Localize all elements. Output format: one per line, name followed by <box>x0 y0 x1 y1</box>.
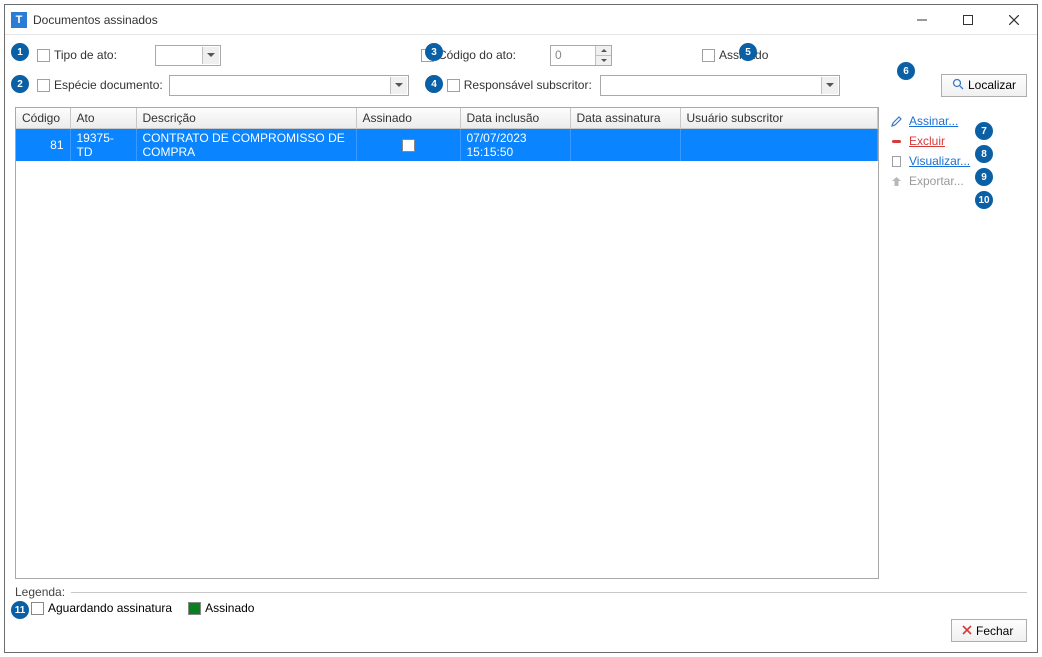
col-codigo[interactable]: Código <box>16 108 70 129</box>
cell-descricao: CONTRATO DE COMPROMISSO DE COMPRA <box>136 129 356 162</box>
pencil-icon <box>889 114 903 128</box>
especie-documento-label: Espécie documento: <box>54 78 163 92</box>
callout-badge-10: 10 <box>975 191 993 209</box>
cell-codigo: 81 <box>16 129 70 162</box>
excluir-link[interactable]: Excluir <box>887 131 1027 151</box>
chevron-down-icon <box>821 77 838 94</box>
legend-assinado-label: Assinado <box>205 601 254 615</box>
legend-assinado: Assinado <box>188 601 254 615</box>
row-assinado-checkbox[interactable] <box>402 139 415 152</box>
cell-usuario-subscritor <box>680 129 878 162</box>
col-usuario-subscritor[interactable]: Usuário subscritor <box>680 108 878 129</box>
minimize-button[interactable] <box>899 5 945 35</box>
content-area: 1 2 3 4 5 6 7 8 9 10 11 Tipo de ato: Cód… <box>5 35 1037 652</box>
responsavel-subscritor-combo[interactable] <box>600 75 840 96</box>
window-controls <box>899 5 1037 35</box>
assinar-link[interactable]: Assinar... <box>887 111 1027 131</box>
tipo-ato-combo[interactable] <box>155 45 221 66</box>
col-descricao[interactable]: Descrição <box>136 108 356 129</box>
legend-separator <box>71 592 1027 593</box>
main-area: Código Ato Descrição Assinado Data inclu… <box>15 107 1027 579</box>
callout-badge-2: 2 <box>11 75 29 93</box>
results-table[interactable]: Código Ato Descrição Assinado Data inclu… <box>15 107 879 579</box>
cell-data-inclusao: 07/07/2023 15:15:50 <box>460 129 570 162</box>
localizar-label: Localizar <box>968 78 1016 92</box>
table-header-row: Código Ato Descrição Assinado Data inclu… <box>16 108 878 129</box>
localizar-button[interactable]: Localizar <box>941 74 1027 97</box>
exportar-label: Exportar... <box>909 174 964 188</box>
chevron-down-icon <box>390 77 407 94</box>
spinner-up-button[interactable] <box>596 46 611 56</box>
legend-aguardando-label: Aguardando assinatura <box>48 601 172 615</box>
callout-badge-3: 3 <box>425 43 443 61</box>
codigo-ato-input[interactable] <box>551 48 595 62</box>
assinado-checkbox[interactable] <box>702 49 715 62</box>
responsavel-subscritor-checkbox[interactable] <box>447 79 460 92</box>
bottom-bar: Fechar <box>15 619 1027 642</box>
tipo-ato-checkbox[interactable] <box>37 49 50 62</box>
callout-badge-7: 7 <box>975 122 993 140</box>
close-button[interactable] <box>991 5 1037 35</box>
col-assinado[interactable]: Assinado <box>356 108 460 129</box>
especie-documento-combo[interactable] <box>169 75 409 96</box>
window-title: Documentos assinados <box>33 13 899 27</box>
callout-badge-6: 6 <box>897 62 915 80</box>
exportar-link[interactable]: Exportar... <box>887 171 1027 191</box>
callout-badge-8: 8 <box>975 145 993 163</box>
especie-documento-checkbox[interactable] <box>37 79 50 92</box>
filter-row-2: Espécie documento: Responsável subscrito… <box>15 73 1027 97</box>
callout-badge-11: 11 <box>11 601 29 619</box>
app-icon: T <box>11 12 27 28</box>
cell-data-assinatura <box>570 129 680 162</box>
legend-title: Legenda: <box>15 585 65 599</box>
close-icon <box>962 624 972 638</box>
delete-icon <box>889 134 903 148</box>
legend-row: Aguardando assinatura Assinado <box>31 601 1027 615</box>
titlebar: T Documentos assinados <box>5 5 1037 35</box>
visualizar-label: Visualizar... <box>909 154 970 168</box>
fechar-button[interactable]: Fechar <box>951 619 1027 642</box>
tipo-ato-label: Tipo de ato: <box>54 48 117 62</box>
callout-badge-9: 9 <box>975 168 993 186</box>
spinner-down-button[interactable] <box>596 56 611 65</box>
codigo-ato-spinner[interactable] <box>550 45 612 66</box>
col-data-inclusao[interactable]: Data inclusão <box>460 108 570 129</box>
search-icon <box>952 78 964 93</box>
chevron-down-icon <box>202 47 219 64</box>
codigo-ato-label: Código do ato: <box>438 48 516 62</box>
responsavel-subscritor-label: Responsável subscritor: <box>464 78 592 92</box>
maximize-button[interactable] <box>945 5 991 35</box>
table-row[interactable]: 81 19375-TD CONTRATO DE COMPROMISSO DE C… <box>16 129 878 162</box>
cell-ato: 19375-TD <box>70 129 136 162</box>
spinner-buttons <box>595 46 611 65</box>
legend-swatch-aguardando <box>31 602 44 615</box>
app-window: T Documentos assinados 1 2 3 4 5 6 7 8 9… <box>4 4 1038 653</box>
excluir-label: Excluir <box>909 134 945 148</box>
legend-aguardando: Aguardando assinatura <box>31 601 172 615</box>
col-data-assinatura[interactable]: Data assinatura <box>570 108 680 129</box>
side-actions-panel: Assinar... Excluir Visualizar... <box>887 107 1027 579</box>
visualizar-link[interactable]: Visualizar... <box>887 151 1027 171</box>
filter-row-1: Tipo de ato: Código do ato: <box>15 43 1027 67</box>
document-icon <box>889 154 903 168</box>
callout-badge-5: 5 <box>739 43 757 61</box>
cell-assinado <box>356 129 460 162</box>
fechar-label: Fechar <box>976 624 1013 638</box>
callout-badge-4: 4 <box>425 75 443 93</box>
callout-badge-1: 1 <box>11 43 29 61</box>
col-ato[interactable]: Ato <box>70 108 136 129</box>
legend-swatch-assinado <box>188 602 201 615</box>
export-icon <box>889 174 903 188</box>
assinar-label: Assinar... <box>909 114 958 128</box>
